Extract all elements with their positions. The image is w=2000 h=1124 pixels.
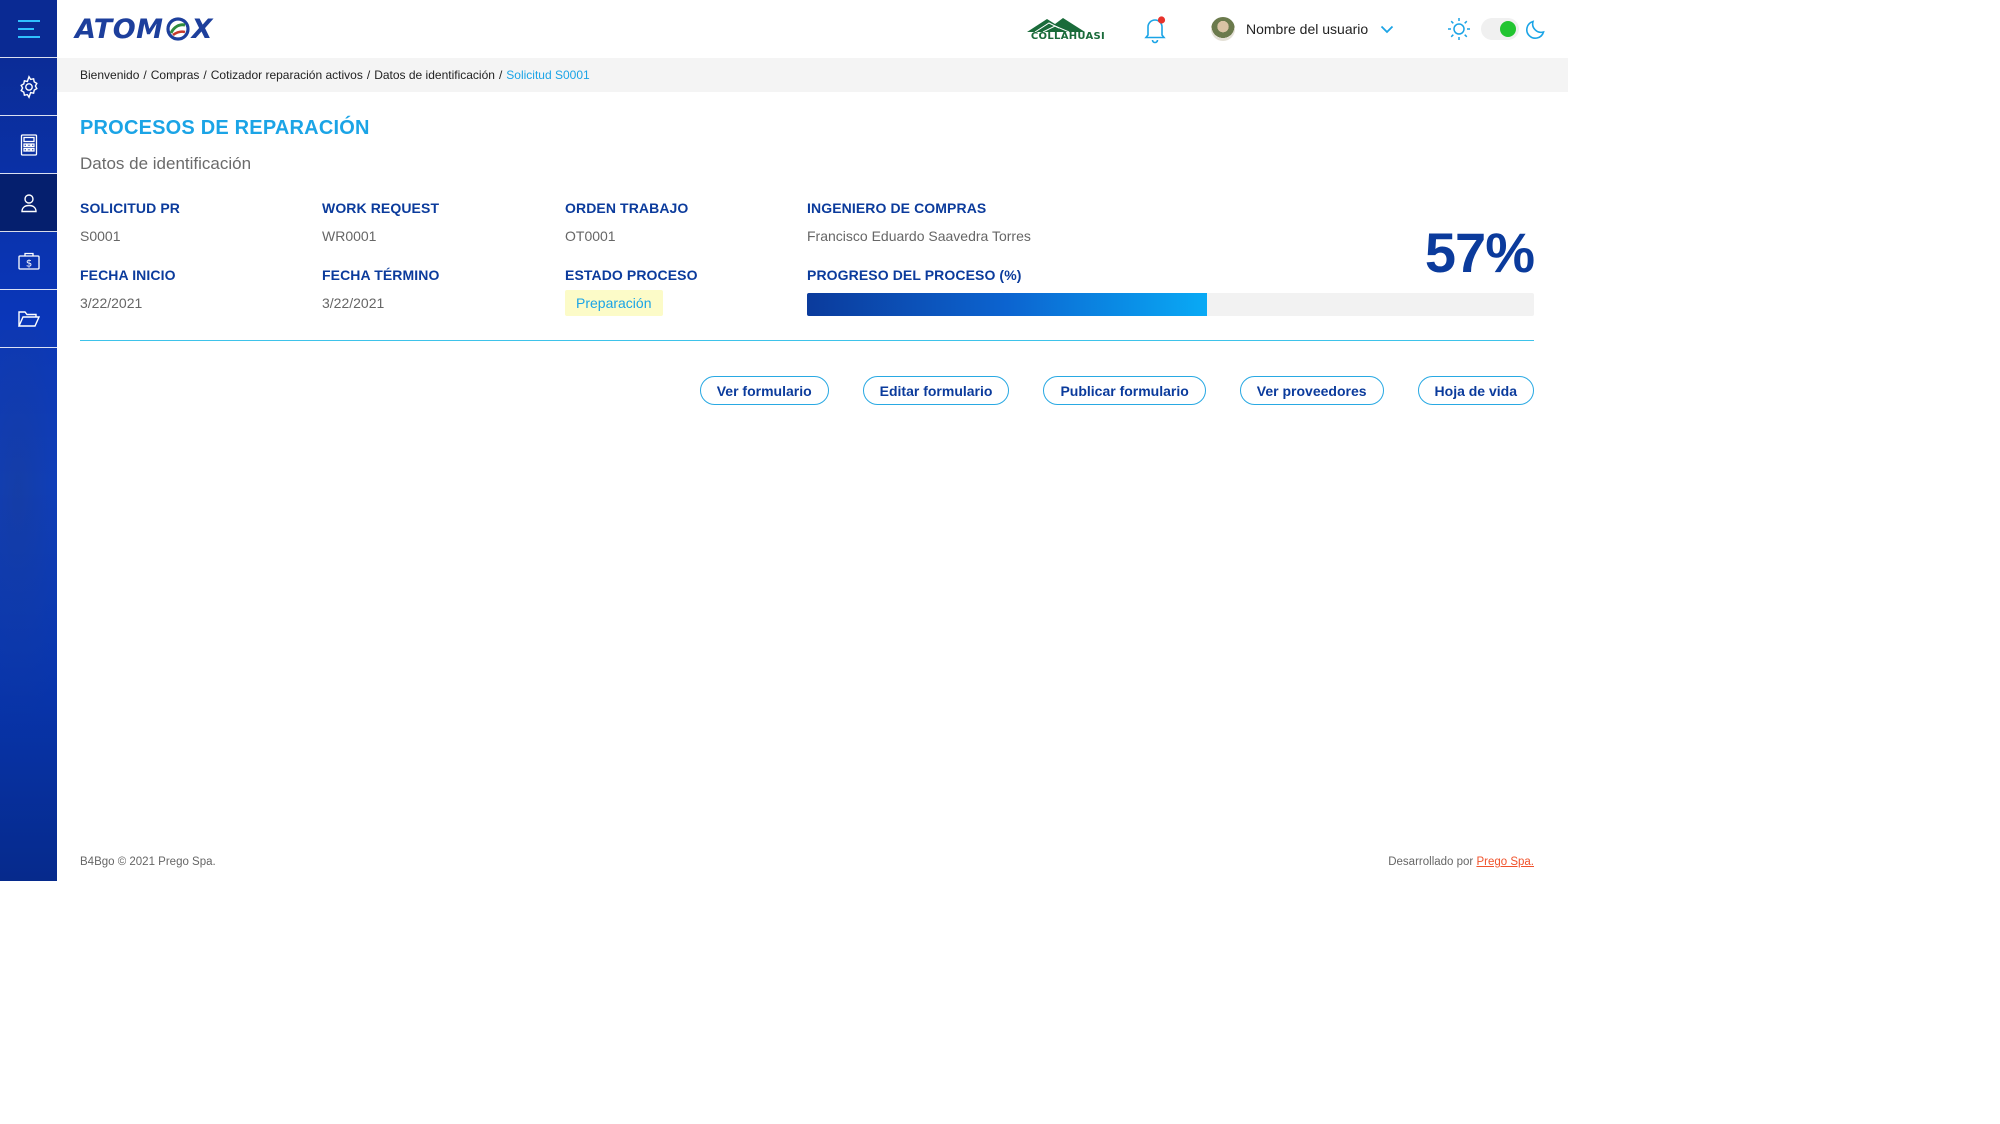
field-progreso: PROGRESO DEL PROCESO (%) bbox=[807, 267, 1022, 283]
field-value: S0001 bbox=[80, 228, 121, 244]
status-badge: Preparación bbox=[565, 290, 663, 316]
field-solicitud-pr: SOLICITUD PR S0001 bbox=[80, 200, 180, 244]
sun-icon[interactable] bbox=[1447, 17, 1471, 41]
user-menu[interactable]: Nombre del usuario bbox=[1211, 16, 1394, 42]
user-name: Nombre del usuario bbox=[1246, 21, 1369, 37]
theme-switcher bbox=[1447, 16, 1547, 42]
field-label: PROGRESO DEL PROCESO (%) bbox=[807, 267, 1022, 283]
logo-text-right: X bbox=[191, 13, 213, 45]
breadcrumb-item-bienvenido[interactable]: Bienvenido bbox=[80, 68, 139, 82]
field-label: SOLICITUD PR bbox=[80, 200, 180, 216]
client-logo: COLLAHUASI bbox=[1025, 16, 1111, 42]
ver-proveedores-button[interactable]: Ver proveedores bbox=[1239, 376, 1384, 405]
hoja-de-vida-button[interactable]: Hoja de vida bbox=[1417, 376, 1534, 405]
footer-credits-link[interactable]: Prego Spa. bbox=[1476, 856, 1534, 868]
field-value: 3/22/2021 bbox=[80, 295, 143, 311]
mountain-icon bbox=[1027, 18, 1085, 32]
breadcrumb-item-datos[interactable]: Datos de identificación bbox=[374, 68, 495, 82]
moon-icon[interactable] bbox=[1525, 18, 1547, 40]
field-fecha-inicio: FECHA INICIO 3/22/2021 bbox=[80, 267, 176, 311]
theme-toggle[interactable] bbox=[1481, 18, 1519, 40]
sidebar-item-finance[interactable]: $ bbox=[0, 232, 57, 290]
menu-icon bbox=[17, 19, 40, 38]
toggle-knob bbox=[1500, 21, 1516, 37]
app-logo[interactable]: ATOM X bbox=[75, 12, 213, 46]
field-value: OT0001 bbox=[565, 228, 616, 244]
editar-formulario-button[interactable]: Editar formulario bbox=[862, 376, 1010, 405]
top-header: ATOM X COLLAHUASI Nombre del usuario bbox=[57, 0, 1568, 58]
field-value: WR0001 bbox=[322, 228, 377, 244]
svg-text:$: $ bbox=[25, 258, 31, 269]
field-estado-proceso: ESTADO PROCESO Preparación bbox=[565, 267, 698, 316]
sidebar: $ bbox=[0, 0, 57, 881]
user-icon bbox=[20, 193, 37, 212]
field-work-request: WORK REQUEST WR0001 bbox=[322, 200, 439, 244]
page-subtitle: Datos de identificación bbox=[80, 154, 252, 173]
sidebar-menu-button[interactable] bbox=[0, 0, 57, 58]
breadcrumb-separator: / bbox=[203, 68, 207, 82]
field-value: 3/22/2021 bbox=[322, 295, 385, 311]
field-ingeniero-compras: INGENIERO DE COMPRAS Francisco Eduardo S… bbox=[807, 200, 1031, 244]
page-title: PROCESOS DE REPARACIÓN bbox=[80, 117, 370, 139]
notifications-button[interactable] bbox=[1142, 14, 1168, 44]
field-orden-trabajo: ORDEN TRABAJO OT0001 bbox=[565, 200, 688, 244]
folder-icon bbox=[17, 310, 40, 327]
bell-icon bbox=[1144, 16, 1166, 44]
breadcrumb-item-compras[interactable]: Compras bbox=[151, 68, 200, 82]
field-label: ESTADO PROCESO bbox=[565, 267, 698, 283]
progress-bar-fill bbox=[807, 293, 1207, 316]
breadcrumb-separator: / bbox=[498, 68, 503, 82]
field-label: FECHA TÉRMINO bbox=[322, 267, 440, 283]
progress-percent: 57% bbox=[1424, 221, 1535, 284]
sidebar-item-user[interactable] bbox=[0, 174, 57, 232]
sidebar-item-calculator[interactable] bbox=[0, 116, 57, 174]
calculator-icon bbox=[20, 133, 37, 156]
section-divider bbox=[80, 340, 1534, 341]
gear-icon bbox=[19, 74, 38, 99]
field-label: INGENIERO DE COMPRAS bbox=[807, 200, 987, 216]
breadcrumb-item-current: Solicitud S0001 bbox=[506, 68, 590, 82]
money-icon: $ bbox=[17, 252, 40, 270]
field-label: FECHA INICIO bbox=[80, 267, 176, 283]
footer-credits: Desarrollado por Prego Spa. bbox=[1388, 856, 1534, 868]
sidebar-item-folder[interactable] bbox=[0, 290, 57, 348]
logo-mark-icon bbox=[165, 16, 191, 42]
footer-copyright: B4Bgo © 2021 Prego Spa. bbox=[80, 856, 216, 868]
ver-formulario-button[interactable]: Ver formulario bbox=[699, 376, 829, 405]
client-logo-text: COLLAHUASI bbox=[1030, 31, 1106, 42]
field-fecha-termino: FECHA TÉRMINO 3/22/2021 bbox=[322, 267, 439, 311]
chevron-down-icon bbox=[1381, 25, 1394, 33]
field-value: Francisco Eduardo Saavedra Torres bbox=[807, 228, 1031, 244]
breadcrumb-item-cotizador[interactable]: Cotizador reparación activos bbox=[211, 68, 363, 82]
publicar-formulario-button[interactable]: Publicar formulario bbox=[1043, 376, 1206, 405]
breadcrumb: Bienvenido / Compras / Cotizador reparac… bbox=[57, 58, 1568, 92]
footer-credits-prefix: Desarrollado por bbox=[1388, 856, 1474, 868]
avatar bbox=[1211, 17, 1235, 41]
field-label: WORK REQUEST bbox=[322, 200, 440, 216]
action-buttons: Ver formulario Editar formulario Publica… bbox=[666, 376, 1534, 405]
breadcrumb-separator: / bbox=[143, 68, 147, 82]
sidebar-item-settings[interactable] bbox=[0, 58, 57, 116]
field-label: ORDEN TRABAJO bbox=[565, 200, 689, 216]
progress-bar bbox=[807, 293, 1534, 316]
logo-text-left: ATOM bbox=[75, 13, 164, 45]
breadcrumb-separator: / bbox=[366, 68, 371, 82]
